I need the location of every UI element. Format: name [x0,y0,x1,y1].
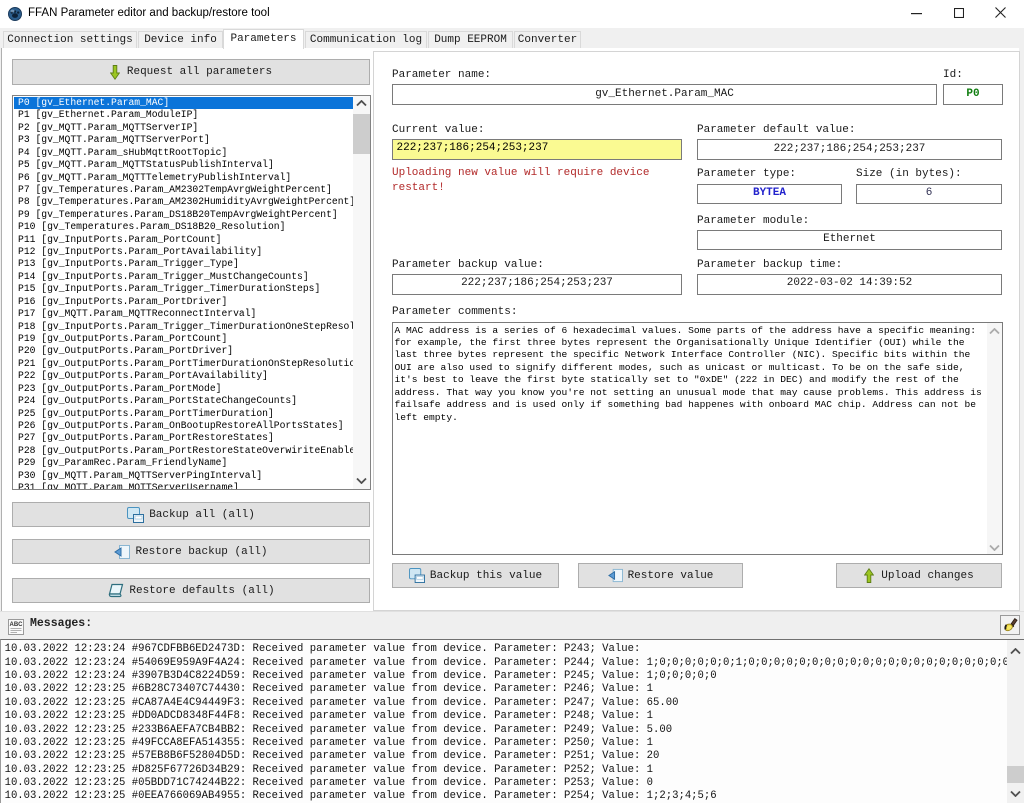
svg-text:ABC: ABC [10,622,24,628]
